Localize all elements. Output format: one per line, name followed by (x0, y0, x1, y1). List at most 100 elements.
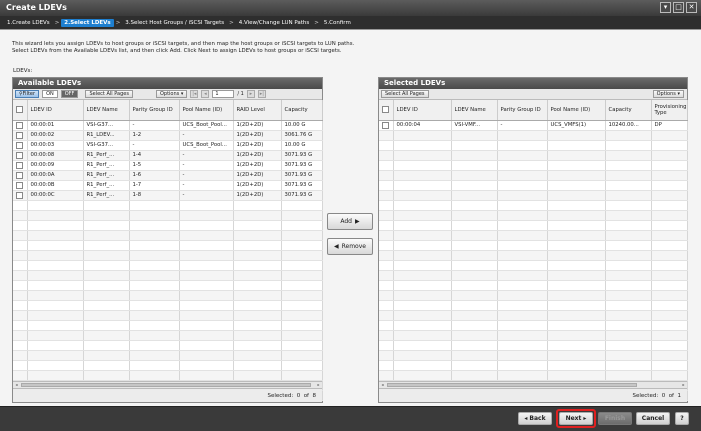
filter-button[interactable]: ⚲Filter (15, 90, 40, 98)
table-row[interactable]: 00:00:02 R1_LDEV... 1-2-1(2D+2D) 3061.76 G (13, 130, 323, 141)
table-cell (129, 200, 180, 211)
column-header[interactable]: LDEV Name (83, 100, 130, 121)
table-cell (83, 220, 130, 231)
table-cell (233, 300, 282, 311)
pin-icon[interactable]: ▾ (660, 2, 671, 13)
help-button[interactable]: ? (675, 412, 689, 425)
table-cell (281, 320, 323, 331)
table-cell (129, 350, 180, 361)
table-cell (129, 310, 180, 321)
back-button[interactable]: ◂ Back (518, 412, 552, 425)
first-page-icon[interactable]: |◂ (190, 90, 199, 98)
filter-off-toggle[interactable]: OFF (60, 90, 79, 98)
table-row[interactable]: 00:00:0B R1_Perf_... 1-7-1(2D+2D) 3071.93 G (13, 180, 323, 191)
table-cell (451, 160, 498, 171)
filter-on-toggle[interactable]: ON (42, 90, 58, 98)
table-cell (451, 340, 498, 351)
column-header[interactable]: Parity Group ID (129, 100, 180, 121)
table-cell (547, 310, 606, 321)
select-all-checkbox[interactable] (382, 106, 389, 114)
column-header[interactable]: Capacity (605, 100, 652, 121)
add-button[interactable]: Add ▶ (327, 213, 373, 230)
table-row[interactable]: 00:00:04 VSI-VMF... - UCS_VMFS(1) 10240.00..… (379, 120, 688, 131)
finish-button[interactable]: Finish (598, 412, 632, 425)
cancel-button[interactable]: Cancel (636, 412, 670, 425)
selected-ldevs-panel: Selected LDEVs Select All Pages Options … (378, 77, 688, 403)
remove-button[interactable]: ◀ Remove (327, 238, 373, 255)
column-header[interactable]: LDEV ID (393, 100, 452, 121)
table-cell (83, 310, 130, 321)
table-cell (393, 150, 452, 161)
chevron-right-icon: > (54, 19, 60, 26)
table-cell (281, 250, 323, 261)
available-footer: Selected: 0 of 8 (13, 388, 322, 402)
empty-table-row (13, 370, 323, 381)
table-row[interactable]: 00:00:03 VSI-G37... - UCS_Boot_Pool... 1(2D+… (13, 140, 323, 151)
next-page-icon[interactable]: ▸ (246, 90, 255, 98)
table-cell (83, 270, 130, 281)
table-cell: 00:00:0B (27, 180, 84, 191)
table-row[interactable]: 00:00:09 R1_Perf_... 1-5-1(2D+2D) 3071.93 G (13, 160, 323, 171)
table-row[interactable]: 00:00:0A R1_Perf_... 1-6-1(2D+2D) 3071.93 G (13, 170, 323, 181)
empty-table-row (13, 350, 323, 361)
column-header[interactable]: RAID Level (233, 100, 282, 121)
chevron-right-icon: > (314, 19, 319, 26)
table-cell (129, 270, 180, 281)
column-header[interactable]: LDEV Name (451, 100, 498, 121)
table-cell (497, 160, 548, 171)
row-checkbox[interactable] (382, 121, 389, 129)
column-header[interactable]: Capacity (281, 100, 323, 121)
table-row[interactable]: 00:00:08 R1_Perf_... 1-4-1(2D+2D) 3071.93 G (13, 150, 323, 161)
horizontal-scrollbar[interactable]: ◂ ▸ (13, 381, 322, 388)
table-cell (451, 230, 498, 241)
close-icon[interactable]: ✕ (686, 2, 697, 13)
empty-table-row (13, 320, 323, 331)
select-all-pages-button[interactable]: Select All Pages (381, 90, 429, 98)
page-number-input[interactable]: 1 (212, 90, 235, 98)
table-cell (83, 230, 130, 241)
select-all-pages-button[interactable]: Select All Pages (85, 90, 133, 98)
row-checkbox[interactable] (16, 151, 23, 159)
empty-table-row (13, 300, 323, 311)
table-cell (497, 330, 548, 341)
table-cell (281, 340, 323, 351)
table-cell: R1_Perf_... (83, 160, 130, 171)
row-checkbox[interactable] (16, 181, 23, 189)
select-all-checkbox[interactable] (16, 106, 23, 114)
row-checkbox[interactable] (16, 191, 23, 199)
table-cell: 1(2D+2D) (233, 190, 282, 201)
table-row[interactable]: 00:00:01 VSI-G37... - UCS_Boot_Pool... 1(2D+… (13, 120, 323, 131)
table-cell (233, 210, 282, 221)
table-cell (393, 160, 452, 171)
table-cell (27, 280, 84, 291)
table-cell (83, 240, 130, 251)
column-header[interactable]: Parity Group ID (497, 100, 548, 121)
column-header[interactable]: Pool Name (ID) (547, 100, 606, 121)
row-checkbox[interactable] (16, 161, 23, 169)
options-button[interactable]: Options ▾ (652, 90, 684, 98)
scrollbar-thumb[interactable] (387, 383, 637, 387)
table-cell (651, 350, 688, 361)
step-view-change-lun-paths: 4.View/Change LUN Paths (238, 19, 310, 26)
scrollbar-thumb[interactable] (21, 383, 311, 387)
next-button[interactable]: Next ▸ (559, 412, 593, 425)
table-row[interactable]: 00:00:0C R1_Perf_... 1-8-1(2D+2D) 3071.93 G (13, 190, 323, 201)
table-cell (281, 210, 323, 221)
table-cell (651, 330, 688, 341)
column-header[interactable]: LDEV ID (27, 100, 84, 121)
options-button[interactable]: Options ▾ (155, 90, 188, 98)
row-checkbox[interactable] (16, 121, 23, 129)
row-checkbox[interactable] (16, 141, 23, 149)
prev-page-icon[interactable]: ◂ (201, 90, 210, 98)
row-checkbox[interactable] (16, 171, 23, 179)
table-cell (393, 220, 452, 231)
horizontal-scrollbar[interactable]: ◂ ▸ (379, 381, 687, 388)
table-cell (83, 350, 130, 361)
column-header[interactable]: Provisioning Type (651, 100, 688, 121)
maximize-icon[interactable]: □ (673, 2, 684, 13)
table-cell: VSI-VMF... (451, 120, 498, 131)
column-header[interactable]: Pool Name (ID) (179, 100, 234, 121)
row-checkbox[interactable] (16, 131, 23, 139)
last-page-icon[interactable]: ▸| (257, 90, 266, 98)
table-cell (393, 180, 452, 191)
